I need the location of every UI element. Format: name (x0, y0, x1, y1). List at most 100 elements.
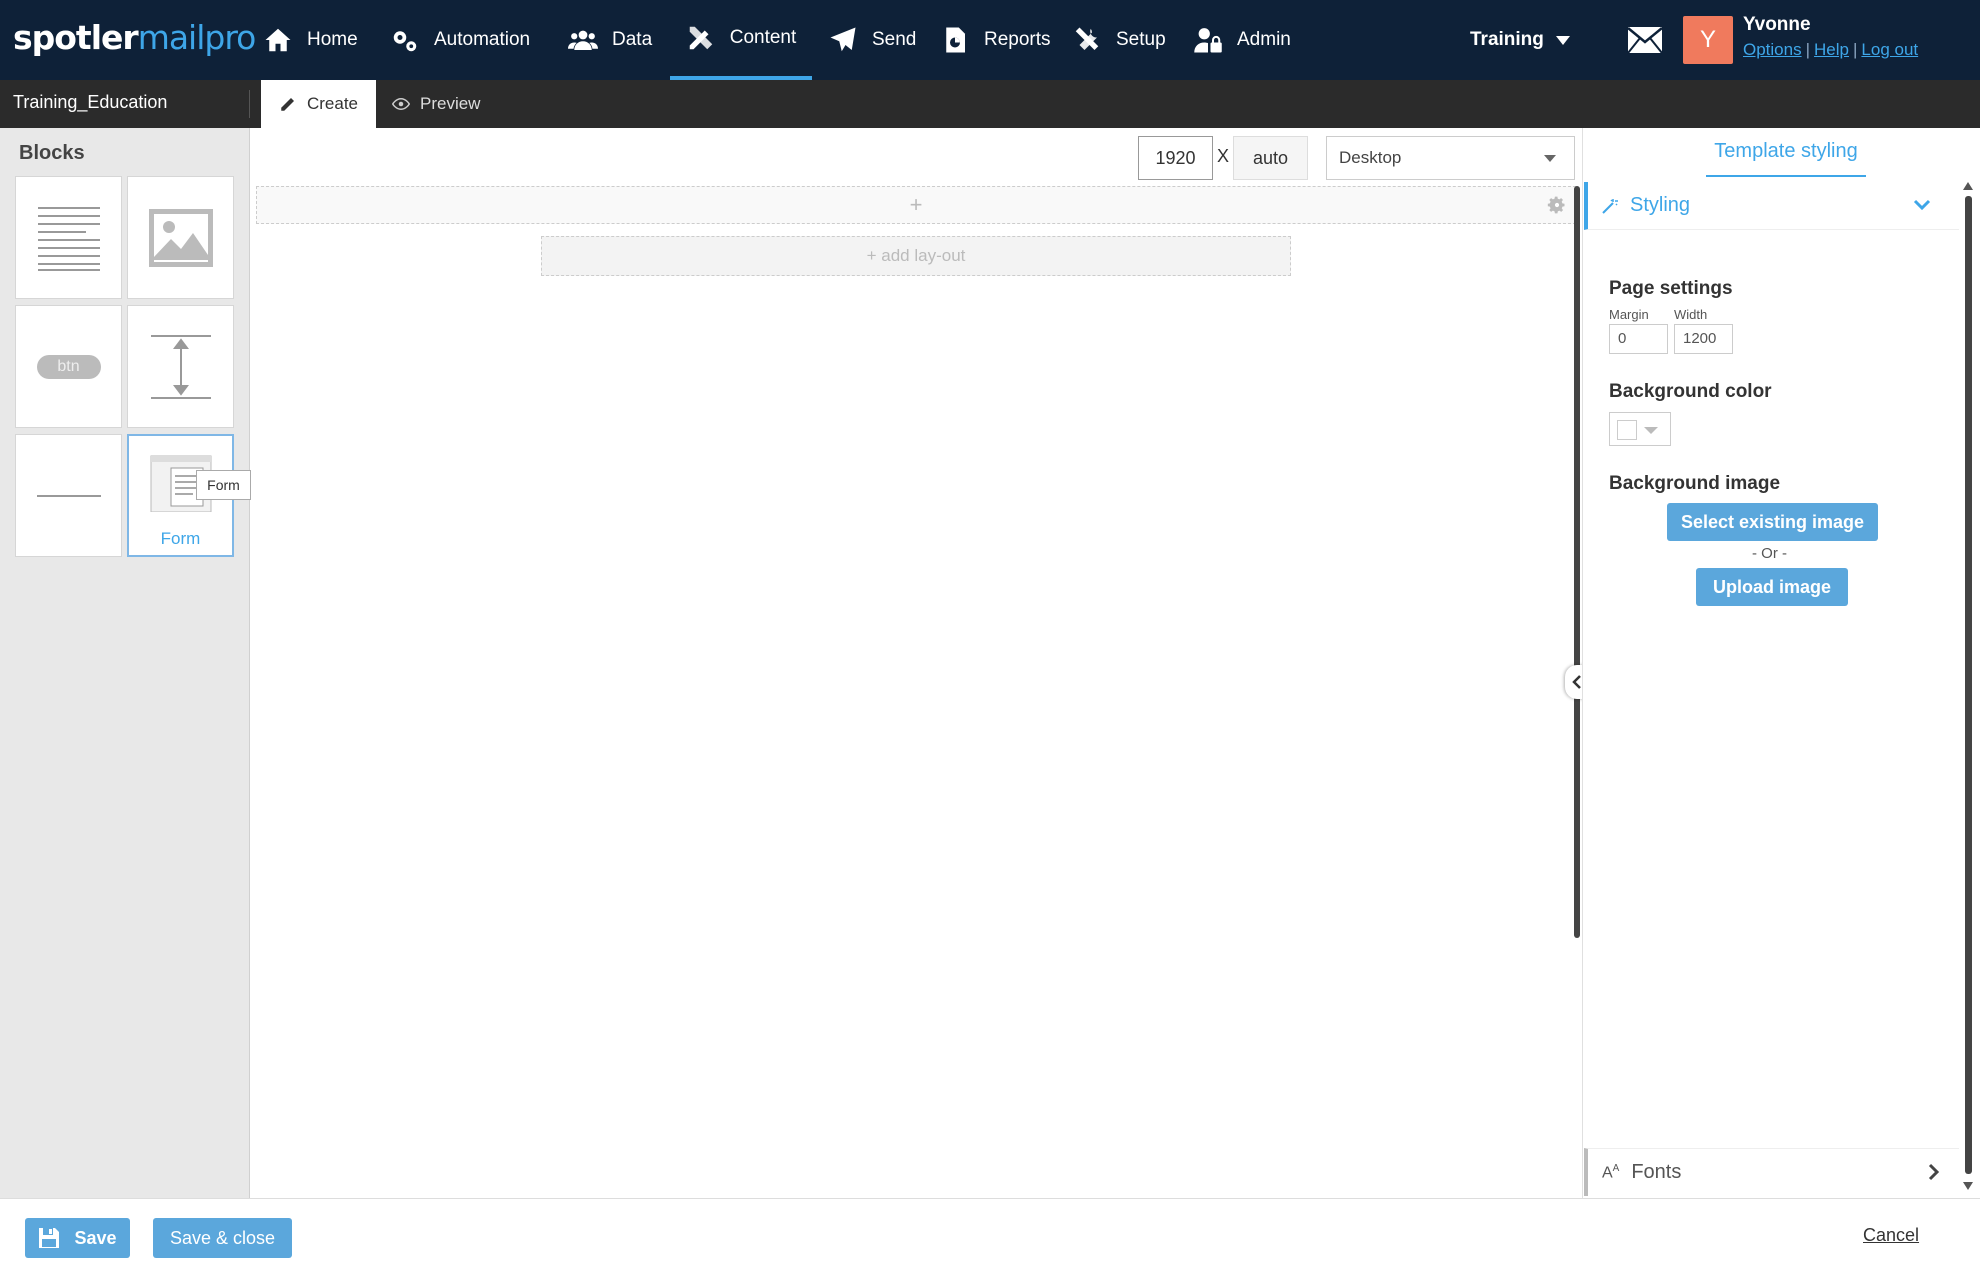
report-icon (946, 27, 965, 53)
panel-scrollbar[interactable] (1965, 196, 1972, 1174)
document-name: Training_Education (13, 92, 168, 112)
spacer-block[interactable] (127, 305, 234, 428)
canvas-width-input[interactable]: 1920 (1138, 136, 1213, 180)
background-color-title: Background color (1609, 381, 1772, 402)
avatar[interactable]: Y (1683, 16, 1733, 64)
button-block[interactable]: btn (15, 305, 122, 428)
user-links: Options | Help | Log out (1743, 40, 1918, 60)
margin-label: Margin (1609, 307, 1649, 322)
upload-image-button[interactable]: Upload image (1696, 568, 1848, 606)
add-row-button[interactable]: + (257, 187, 1575, 223)
tab-preview[interactable]: Preview (392, 80, 480, 128)
image-block[interactable] (127, 176, 234, 299)
tab-create[interactable]: Create (261, 80, 376, 128)
fonts-section-label: Fonts (1631, 1161, 1682, 1183)
or-text: - Or - (1752, 545, 1787, 562)
floppy-disk-icon (39, 1228, 60, 1248)
nav-home[interactable]: Home (263, 0, 358, 80)
editor-toolbar: Training_Education Create Preview (0, 80, 1980, 128)
button-icon: btn (36, 354, 101, 379)
nav-home-label: Home (307, 29, 358, 50)
fonts-section-header[interactable]: AA Fonts (1584, 1148, 1959, 1196)
top-navigation: spotlermailpro Home Automation Data Cont… (0, 0, 1980, 80)
nav-send-label: Send (872, 29, 917, 50)
pencil-ruler-icon (689, 26, 712, 50)
save-and-close-button[interactable]: Save & close (153, 1218, 292, 1258)
tab-create-label: Create (306, 94, 359, 113)
nav-content[interactable]: Content (670, 0, 812, 80)
logo-main-text: spotler (13, 18, 139, 57)
canvas-scrollbar[interactable] (1574, 186, 1580, 938)
chevron-down-icon (1913, 199, 1931, 211)
styling-section-header[interactable]: Styling (1584, 182, 1959, 230)
caret-down-icon (1544, 155, 1556, 162)
nav-content-label: Content (729, 27, 797, 48)
workspace-dropdown[interactable]: Training (1470, 0, 1570, 80)
save-button[interactable]: Save (25, 1218, 130, 1258)
scroll-up-arrow[interactable] (1963, 182, 1973, 190)
canvas-row[interactable]: + (256, 186, 1576, 224)
cancel-link[interactable]: Cancel (1863, 1225, 1919, 1246)
nav-send[interactable]: Send (828, 0, 916, 80)
nav-data-label: Data (612, 29, 653, 50)
eye-icon (392, 97, 410, 111)
blocks-title: Blocks (19, 142, 85, 164)
nav-reports[interactable]: Reports (940, 0, 1051, 80)
device-select-value: Desktop (1339, 148, 1402, 167)
users-icon (568, 30, 598, 50)
divider-icon (36, 494, 101, 497)
scroll-down-arrow[interactable] (1963, 1182, 1973, 1190)
device-select[interactable]: Desktop (1326, 136, 1575, 180)
text-lines-icon (37, 206, 100, 271)
nav-automation[interactable]: Automation (390, 0, 530, 80)
toolbar-divider (249, 90, 250, 118)
form-block-label: Form (160, 529, 201, 548)
page-settings-title: Page settings (1609, 278, 1733, 299)
styling-section-label: Styling (1630, 194, 1691, 216)
username: Yvonne (1743, 14, 1811, 35)
background-color-picker[interactable] (1609, 412, 1671, 446)
margin-input[interactable]: 0 (1609, 324, 1668, 354)
link-separator: | (1852, 40, 1858, 59)
nav-data[interactable]: Data (568, 0, 652, 80)
add-layout-button[interactable]: + add lay-out (541, 236, 1291, 276)
chevron-right-icon (1928, 1163, 1940, 1181)
dimension-separator: X (1217, 146, 1230, 166)
logo-accent-text: mailpro (137, 18, 257, 57)
spacer-icon (150, 334, 211, 399)
background-image-title: Background image (1609, 473, 1781, 494)
color-swatch (1617, 420, 1637, 440)
select-existing-image-button[interactable]: Select existing image (1667, 503, 1878, 541)
workspace-label: Training (1470, 29, 1544, 50)
form-tooltip: Form (196, 470, 251, 500)
nav-reports-label: Reports (984, 29, 1051, 50)
tools-icon (1075, 27, 1099, 50)
nav-admin[interactable]: Admin (1193, 0, 1291, 80)
font-size-icon: AA (1602, 1162, 1620, 1182)
options-link[interactable]: Options (1743, 40, 1802, 59)
tooltip-text: Form (207, 477, 240, 493)
link-separator: | (1805, 40, 1811, 59)
editor-canvas (250, 128, 1582, 1198)
envelope-icon[interactable] (1627, 26, 1663, 54)
text-block[interactable] (15, 176, 122, 299)
width-input[interactable]: 1200 (1674, 324, 1733, 354)
spotler-logo[interactable]: spotlermailpro (13, 18, 257, 57)
caret-down-icon (1644, 427, 1658, 434)
width-label: Width (1674, 307, 1708, 322)
nav-setup[interactable]: Setup (1072, 0, 1166, 80)
paper-plane-icon (830, 27, 856, 52)
magic-wand-icon (1602, 198, 1618, 214)
template-styling-tab[interactable]: Template styling (1706, 140, 1866, 177)
footer-bar (0, 1198, 1980, 1272)
help-link[interactable]: Help (1814, 40, 1849, 59)
avatar-initial: Y (1699, 26, 1716, 53)
logout-link[interactable]: Log out (1861, 40, 1918, 59)
gear-icon[interactable] (1547, 195, 1567, 215)
divider-block[interactable] (15, 434, 122, 557)
nav-setup-label: Setup (1116, 29, 1166, 50)
pencil-icon (281, 98, 294, 111)
user-lock-icon (1194, 28, 1222, 53)
canvas-height-input[interactable]: auto (1233, 136, 1308, 180)
caret-down-icon (1555, 35, 1570, 45)
